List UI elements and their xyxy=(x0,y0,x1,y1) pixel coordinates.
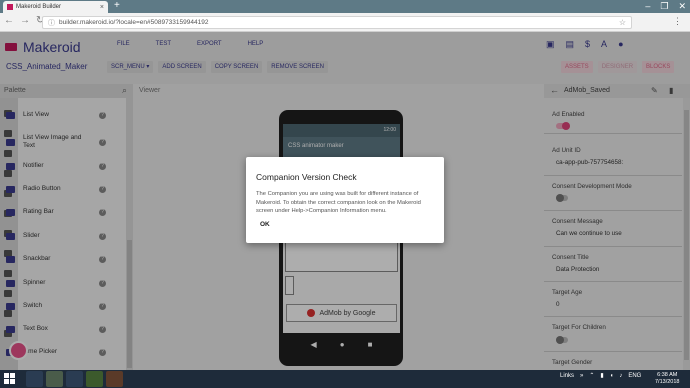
ok-button[interactable]: OK xyxy=(256,219,274,230)
browser-menu-icon[interactable]: ⋮ xyxy=(673,16,682,27)
firefox-icon[interactable] xyxy=(106,371,123,387)
tab-close-icon[interactable]: × xyxy=(100,4,104,11)
system-tray: Links » ⌃ ▮ ◖ ♪ ENG xyxy=(560,372,641,380)
dialog-message: The Companion you are using was built fo… xyxy=(256,191,421,214)
info-icon[interactable]: ⓘ xyxy=(48,18,55,28)
dialog-title: Companion Version Check xyxy=(256,172,357,182)
browser-tab[interactable]: Makeroid Builder × xyxy=(3,1,108,13)
taskbar-app-icon[interactable] xyxy=(86,371,103,387)
nav-buttons: ← → ↻ xyxy=(4,15,44,26)
taskbar-app-icon[interactable] xyxy=(26,371,43,387)
battery-icon[interactable]: ▮ xyxy=(600,372,603,379)
url-text[interactable]: builder.makeroid.io/?locale=en#508973315… xyxy=(59,19,208,26)
windows-start-icon[interactable] xyxy=(3,372,16,385)
clock-time: 6:38 AM xyxy=(657,372,678,378)
volume-icon[interactable]: ♪ xyxy=(619,373,622,379)
taskbar-clock[interactable]: 6:38 AM 7/13/2018 xyxy=(655,372,679,386)
maximize-icon[interactable]: ❐ xyxy=(660,0,668,13)
makeroid-favicon-icon xyxy=(7,4,13,10)
bookmark-star-icon[interactable]: ☆ xyxy=(619,18,626,27)
chrome-icon[interactable] xyxy=(66,371,83,387)
network-icon[interactable]: ◖ xyxy=(610,373,614,379)
minimize-icon[interactable]: – xyxy=(645,0,650,13)
close-window-icon[interactable]: ✕ xyxy=(678,0,686,13)
show-hidden-icon[interactable]: ⌃ xyxy=(589,372,594,379)
links-toolbar[interactable]: Links xyxy=(560,373,574,379)
window-controls: – ❐ ✕ xyxy=(645,0,686,13)
tab-title: Makeroid Builder xyxy=(16,4,62,10)
new-tab-button[interactable]: + xyxy=(114,1,128,12)
back-icon[interactable]: ← xyxy=(4,15,14,26)
file-explorer-icon[interactable] xyxy=(46,371,63,387)
clock-date: 7/13/2018 xyxy=(655,379,680,385)
language-indicator[interactable]: ENG xyxy=(628,373,641,379)
companion-version-dialog: Companion Version Check The Companion yo… xyxy=(246,157,444,243)
forward-icon[interactable]: → xyxy=(20,15,30,26)
chevron-icon[interactable]: » xyxy=(580,373,583,379)
address-bar[interactable]: ⓘ builder.makeroid.io/?locale=en#5089733… xyxy=(42,16,632,29)
